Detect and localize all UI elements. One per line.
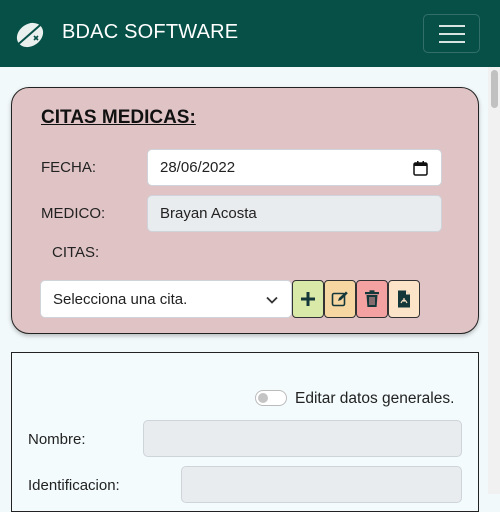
- add-cita-button[interactable]: [292, 280, 324, 318]
- hamburger-menu-icon-bar: [439, 41, 465, 43]
- toggle-label: Editar datos generales.: [295, 390, 455, 407]
- identificacion-input[interactable]: [181, 466, 462, 503]
- hamburger-menu-icon-bar: [439, 33, 465, 35]
- medico-label: MEDICO:: [41, 205, 106, 222]
- nombre-label: Nombre:: [28, 431, 86, 448]
- citas-select-value: Selecciona una cita.: [53, 290, 188, 308]
- chevron-down-icon: [266, 296, 278, 304]
- card-title: CITAS MEDICAS:: [41, 107, 196, 128]
- medico-value: Brayan Acosta: [160, 205, 257, 222]
- leaf-logo-icon[interactable]: [10, 14, 52, 52]
- datos-generales-card: Editar datos generales. Nombre: Identifi…: [11, 352, 479, 512]
- medico-field: Brayan Acosta: [147, 195, 442, 232]
- editar-datos-toggle[interactable]: [255, 390, 287, 406]
- nombre-input[interactable]: [143, 420, 462, 457]
- citas-select[interactable]: Selecciona una cita.: [40, 280, 292, 318]
- toggle-knob: [258, 393, 268, 403]
- pdf-cita-button[interactable]: [388, 280, 420, 318]
- navbar: BDAC SOFTWARE: [0, 0, 500, 67]
- file-pdf-icon: [398, 290, 410, 308]
- citas-medicas-card: CITAS MEDICAS: FECHA: 28/06/2022 MEDICO:…: [11, 87, 479, 334]
- identificacion-label: Identificacion:: [28, 477, 120, 494]
- hamburger-menu-icon: [439, 25, 465, 27]
- brand-title[interactable]: BDAC SOFTWARE: [62, 21, 238, 44]
- edit-cita-button[interactable]: [324, 280, 356, 318]
- fecha-value: 28/06/2022: [160, 159, 236, 176]
- fecha-label: FECHA:: [41, 159, 97, 176]
- citas-label: CITAS:: [52, 244, 100, 261]
- edit-icon: [331, 291, 348, 307]
- fecha-date-input[interactable]: 28/06/2022: [147, 149, 442, 186]
- delete-cita-button[interactable]: [356, 280, 388, 318]
- calendar-icon[interactable]: [413, 161, 428, 176]
- page-scrollbar[interactable]: [488, 67, 500, 494]
- trash-icon: [365, 290, 379, 307]
- menu-toggle-button[interactable]: [423, 14, 480, 53]
- scrollbar-thumb[interactable]: [491, 70, 498, 108]
- plus-icon: [301, 292, 315, 306]
